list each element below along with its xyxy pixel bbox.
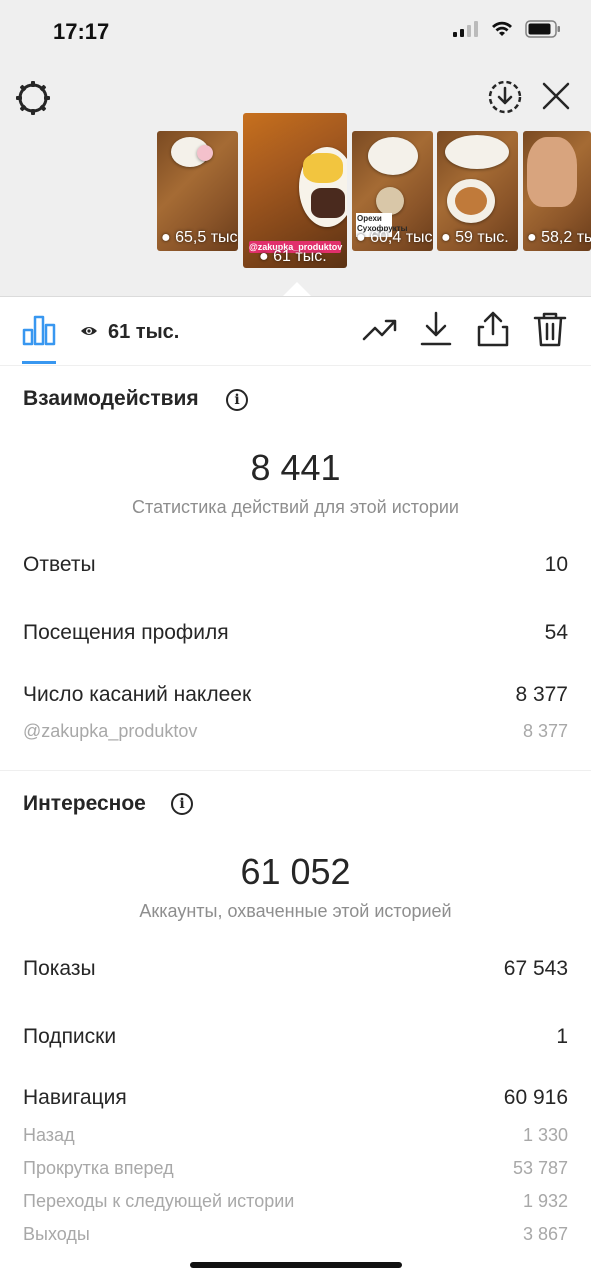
stat-value: 54 bbox=[544, 621, 568, 644]
food-nuts bbox=[455, 187, 487, 215]
thumbnail-views-text: 59 тыс. bbox=[455, 229, 509, 246]
navigation-value: 1 932 bbox=[522, 1191, 568, 1211]
stat-label: Число касаний наклеек bbox=[23, 683, 252, 706]
sticker-label: @zakupka_produktov bbox=[23, 721, 198, 741]
stat-value: 8 377 bbox=[515, 683, 568, 706]
eye-icon: ● bbox=[527, 229, 537, 246]
settings-gear-icon[interactable] bbox=[14, 79, 52, 117]
home-indicator[interactable] bbox=[190, 1262, 402, 1268]
interactions-title: Взаимодействия bbox=[23, 387, 199, 410]
interactions-total: 8 441 bbox=[250, 447, 341, 488]
stat-row: Подписки 1 bbox=[23, 1025, 568, 1049]
story-thumbnails: ● 65,5 тыс. @zakupka_produktov ● 61 тыс.… bbox=[0, 113, 591, 273]
thumbnail-views: ● 61 тыс. bbox=[259, 248, 327, 266]
status-icons bbox=[453, 20, 561, 38]
navigation-row: Прокрутка вперед 53 787 bbox=[23, 1158, 568, 1179]
sticker-row: @zakupka_produktov 8 377 bbox=[23, 721, 568, 742]
eye-icon: ● bbox=[356, 229, 366, 246]
download-icon[interactable] bbox=[418, 311, 454, 347]
eye-icon: ● bbox=[161, 229, 171, 246]
interactions-caption: Статистика действий для этой истории bbox=[132, 497, 459, 517]
story-thumbnail-selected[interactable]: @zakupka_produktov ● 61 тыс. bbox=[243, 113, 347, 268]
stat-row: Ответы 10 bbox=[23, 553, 568, 577]
sticker-value: 8 377 bbox=[522, 721, 568, 741]
food-prunes bbox=[311, 188, 345, 218]
story-thumbnail[interactable]: ● 59 тыс. bbox=[437, 131, 518, 251]
stat-value: 67 543 bbox=[503, 957, 568, 980]
selected-pointer bbox=[283, 282, 311, 296]
trash-icon[interactable] bbox=[532, 311, 568, 347]
navigation-row: Переходы к следующей истории 1 932 bbox=[23, 1191, 568, 1212]
stat-label: Подписки bbox=[23, 1025, 117, 1048]
thumbnail-views: ● 60,4 тыс. bbox=[356, 229, 433, 247]
stat-row: Посещения профиля 54 bbox=[23, 621, 568, 645]
navigation-value: 3 867 bbox=[522, 1224, 568, 1244]
thumbnail-views-text: 60,4 тыс. bbox=[370, 229, 433, 246]
stat-value: 60 916 bbox=[503, 1086, 568, 1109]
info-icon[interactable]: i bbox=[226, 389, 248, 411]
insights-toolbar: 61 тыс. bbox=[0, 297, 591, 366]
views-count: 61 тыс. bbox=[108, 321, 180, 343]
trend-icon[interactable] bbox=[362, 311, 398, 347]
stat-label: Навигация bbox=[23, 1086, 127, 1109]
stat-label: Посещения профиля bbox=[23, 621, 229, 644]
food-slice bbox=[303, 153, 343, 183]
stat-label: Показы bbox=[23, 957, 96, 980]
stat-value: 10 bbox=[544, 553, 568, 576]
stat-label: Ответы bbox=[23, 553, 96, 576]
close-icon[interactable] bbox=[540, 80, 572, 112]
thumbnail-views: ● 65,5 тыс. bbox=[161, 229, 238, 247]
stat-row: Показы 67 543 bbox=[23, 957, 568, 981]
discovery-total: 61 052 bbox=[240, 851, 351, 892]
status-time: 17:17 bbox=[53, 19, 110, 44]
eye-icon: ● bbox=[259, 248, 269, 265]
eye-icon bbox=[81, 327, 97, 335]
active-tab-underline bbox=[22, 361, 56, 364]
navigation-label: Назад bbox=[23, 1125, 75, 1145]
thumbnail-views: ● 59 тыс. bbox=[441, 229, 509, 247]
eye-icon: ● bbox=[441, 229, 451, 246]
insights-bars-icon[interactable] bbox=[22, 314, 56, 346]
thumbnail-views-text: 61 тыс. bbox=[273, 248, 327, 265]
download-circle-icon[interactable] bbox=[487, 79, 523, 115]
signal-icon bbox=[453, 21, 478, 37]
hand-photo bbox=[527, 137, 577, 207]
discovery-title: Интересное bbox=[23, 792, 146, 815]
story-thumbnail[interactable]: Орехи Сухофрукты ● 60,4 тыс. bbox=[352, 131, 433, 251]
navigation-label: Переходы к следующей истории bbox=[23, 1191, 295, 1211]
discovery-caption: Аккаунты, охваченные этой историей bbox=[139, 901, 452, 921]
share-icon[interactable] bbox=[475, 311, 511, 347]
story-thumbnail[interactable]: ● 65,5 тыс. bbox=[157, 131, 238, 251]
info-icon[interactable]: i bbox=[171, 793, 193, 815]
stat-row: Число касаний наклеек 8 377 bbox=[23, 683, 568, 707]
navigation-row: Выходы 3 867 bbox=[23, 1224, 568, 1245]
thumbnail-views: ● 58,2 тыс. bbox=[527, 229, 591, 247]
thumbnail-views-text: 58,2 тыс. bbox=[541, 229, 591, 246]
navigation-label: Прокрутка вперед bbox=[23, 1158, 174, 1178]
navigation-label: Выходы bbox=[23, 1224, 90, 1244]
stat-value: 1 bbox=[556, 1025, 568, 1048]
stat-row: Навигация 60 916 bbox=[23, 1086, 568, 1110]
section-divider bbox=[0, 770, 591, 771]
navigation-value: 1 330 bbox=[522, 1125, 568, 1145]
navigation-value: 53 787 bbox=[512, 1158, 568, 1178]
navigation-row: Назад 1 330 bbox=[23, 1125, 568, 1146]
battery-icon bbox=[525, 20, 560, 38]
wifi-icon bbox=[492, 21, 512, 36]
story-thumbnail[interactable]: ● 58,2 тыс. bbox=[523, 131, 591, 251]
thumbnail-views-text: 65,5 тыс. bbox=[175, 229, 238, 246]
